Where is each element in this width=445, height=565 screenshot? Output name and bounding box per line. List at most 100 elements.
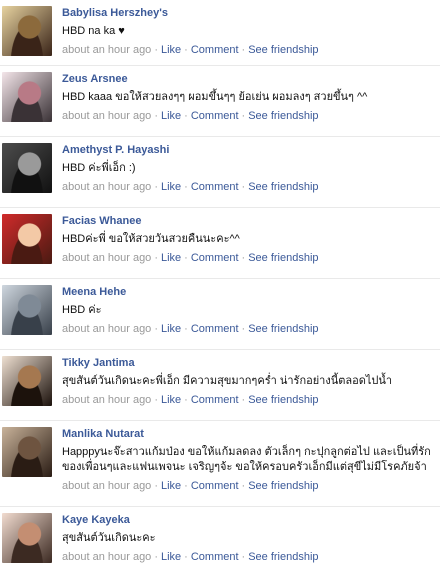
avatar[interactable] [2,214,52,264]
timestamp: about an hour ago [62,394,152,406]
see-friendship-link[interactable]: See friendship [248,252,318,264]
commenter-name[interactable]: Tikky Jantima [62,356,436,370]
comment-body: Tikky Jantima สุขสันต์วันเกิดนะคะพี่เอ็ก… [62,350,436,407]
separator: · [154,110,158,122]
see-friendship-link[interactable]: See friendship [248,323,318,335]
commenter-name[interactable]: Facias Whanee [62,214,436,228]
like-link[interactable]: Like [161,394,181,406]
comment-meta: about an hour ago · Like · Comment · See frien… [62,180,436,194]
separator: · [184,394,188,406]
separator: · [184,480,188,492]
separator: · [241,252,246,264]
comment-link[interactable]: Comment [191,110,239,122]
like-link[interactable]: Like [161,323,181,335]
comment-body: Amethyst P. Hayashi HBD ค่ะพี่เอ็ก :) ab… [62,137,436,194]
separator: · [154,252,158,264]
comment-link[interactable]: Comment [191,394,239,406]
comment-text: HBD ค่ะพี่เอ็ก :) [62,162,136,174]
comment-meta: about an hour ago · Like · Comment · See frien… [62,479,436,493]
separator: · [241,181,246,193]
see-friendship-link[interactable]: See friendship [248,394,318,406]
comment-item: Kaye Kayeka สุขสันต์วันเกิดนะคะ about an… [0,507,440,565]
comment-item: Tikky Jantima สุขสันต์วันเกิดนะคะพี่เอ็ก… [0,350,440,421]
timestamp: about an hour ago [62,551,152,563]
comment-link[interactable]: Comment [191,181,239,193]
comment-item: Facias Whanee HBDค่ะพี่ ขอให้สวยวันสวยคื… [0,208,440,279]
commenter-name[interactable]: Kaye Kayeka [62,513,436,527]
separator: · [184,252,188,264]
separator: · [154,480,158,492]
see-friendship-link[interactable]: See friendship [248,44,318,56]
separator: · [154,394,158,406]
comment-body: Babylisa Herszhey's HBD na ka ♥ about an… [62,0,436,57]
see-friendship-link[interactable]: See friendship [248,551,318,563]
comment-body: Facias Whanee HBDค่ะพี่ ขอให้สวยวันสวยคื… [62,208,436,265]
separator: · [241,110,246,122]
comment-text: HBD kaaa ขอให้สวยลงๆๆ ผอมขึ้นๆๆ ย้อเย่น … [62,91,368,103]
comment-link[interactable]: Comment [191,480,239,492]
separator: · [184,323,188,335]
separator: · [184,181,188,193]
like-link[interactable]: Like [161,480,181,492]
avatar[interactable] [2,6,52,56]
comment-item: Amethyst P. Hayashi HBD ค่ะพี่เอ็ก :) ab… [0,137,440,208]
comment-item: Manlika Nutarat Happpyนะจ๊ะสาวแก้มป่อง ข… [0,421,440,507]
like-link[interactable]: Like [161,44,181,56]
separator: · [154,44,158,56]
separator: · [184,551,188,563]
comment-item: Babylisa Herszhey's HBD na ka ♥ about an… [0,0,440,66]
see-friendship-link[interactable]: See friendship [248,181,318,193]
comment-text: HBD na ka ♥ [62,25,125,37]
comment-meta: about an hour ago · Like · Comment · See frien… [62,251,436,265]
comment-link[interactable]: Comment [191,323,239,335]
comment-item: Zeus Arsnee HBD kaaa ขอให้สวยลงๆๆ ผอมขึ้… [0,66,440,137]
comment-text: สุขสันต์วันเกิดนะคะ [62,532,156,544]
comment-item: Meena Hehe HBD ค่ะ about an hour ago · Lik… [0,279,440,350]
avatar[interactable] [2,356,52,406]
comment-link[interactable]: Comment [191,551,239,563]
comment-link[interactable]: Comment [191,44,239,56]
timestamp: about an hour ago [62,323,152,335]
comment-body: Manlika Nutarat Happpyนะจ๊ะสาวแก้มป่อง ข… [62,421,436,493]
separator: · [184,44,188,56]
see-friendship-link[interactable]: See friendship [248,480,318,492]
commenter-name[interactable]: Meena Hehe [62,285,436,299]
like-link[interactable]: Like [161,110,181,122]
comment-meta: about an hour ago · Like · Comment · See frien… [62,550,436,564]
timestamp: about an hour ago [62,181,152,193]
separator: · [241,394,246,406]
comment-meta: about an hour ago · Like · Comment · See frien… [62,43,436,57]
timestamp: about an hour ago [62,480,152,492]
like-link[interactable]: Like [161,551,181,563]
avatar[interactable] [2,427,52,477]
separator: · [241,323,246,335]
commenter-name[interactable]: Amethyst P. Hayashi [62,143,436,157]
separator: · [241,480,246,492]
comment-meta: about an hour ago · Like · Comment · See frien… [62,109,436,123]
comment-text: HBDค่ะพี่ ขอให้สวยวันสวยคืนนะคะ^^ [62,233,240,245]
separator: · [241,551,246,563]
avatar[interactable] [2,513,52,563]
comment-body: Kaye Kayeka สุขสันต์วันเกิดนะคะ about an… [62,507,436,564]
separator: · [154,551,158,563]
commenter-name[interactable]: Zeus Arsnee [62,72,436,86]
see-friendship-link[interactable]: See friendship [248,110,318,122]
comment-text: สุขสันต์วันเกิดนะคะพี่เอ็ก มีความสุขมากๆ… [62,375,393,387]
comment-text: Happpyนะจ๊ะสาวแก้มป่อง ขอให้แก้มลดลง ตัว… [62,446,431,473]
like-link[interactable]: Like [161,252,181,264]
like-link[interactable]: Like [161,181,181,193]
comment-link[interactable]: Comment [191,252,239,264]
comment-meta: about an hour ago · Like · Comment · See frien… [62,322,436,336]
avatar[interactable] [2,285,52,335]
comment-body: Meena Hehe HBD ค่ะ about an hour ago · Lik… [62,279,436,336]
comment-text: HBD ค่ะ [62,304,102,316]
avatar[interactable] [2,143,52,193]
comment-body: Zeus Arsnee HBD kaaa ขอให้สวยลงๆๆ ผอมขึ้… [62,66,436,123]
commenter-name[interactable]: Babylisa Herszhey's [62,6,436,20]
avatar[interactable] [2,72,52,122]
comment-feed: Babylisa Herszhey's HBD na ka ♥ about an… [0,0,445,565]
comment-meta: about an hour ago · Like · Comment · See frien… [62,393,436,407]
commenter-name[interactable]: Manlika Nutarat [62,427,436,441]
separator: · [154,181,158,193]
timestamp: about an hour ago [62,252,152,264]
